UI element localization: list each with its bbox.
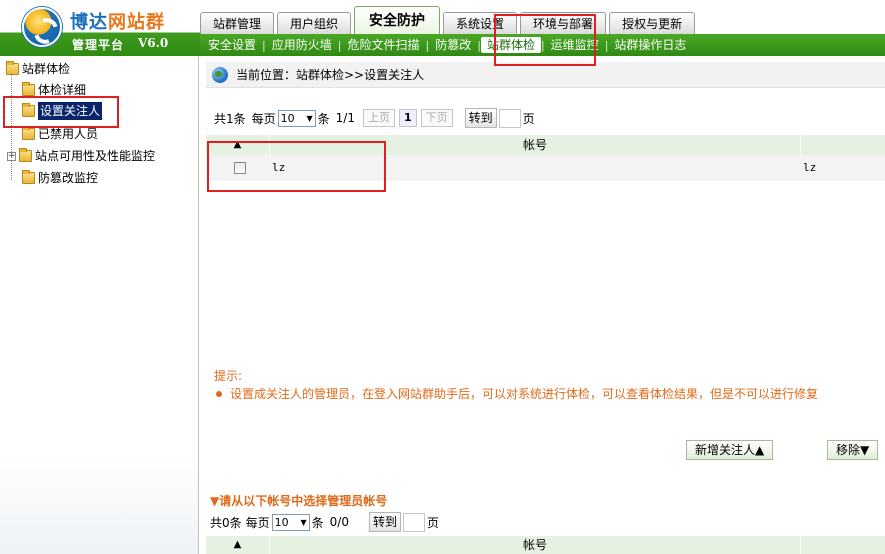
- subnav-anti-tamper[interactable]: 防篡改: [429, 37, 477, 53]
- chevron-down-icon: ▼: [306, 113, 313, 123]
- goto-page-button[interactable]: 转到: [368, 512, 401, 532]
- subnav-operation-log[interactable]: 站群操作日志: [608, 37, 692, 53]
- pager-per-page-suffix: 条: [311, 515, 324, 530]
- pager-per-page-label: 每页: [251, 111, 276, 126]
- prev-page-button[interactable]: 上页: [362, 109, 395, 127]
- subnav-ops-monitoring[interactable]: 运维监控: [545, 37, 605, 53]
- folder-icon: [22, 126, 35, 140]
- folder-icon: [22, 82, 35, 96]
- expand-plus-icon[interactable]: +: [7, 151, 16, 161]
- goto-suffix: 页: [427, 515, 440, 530]
- tips-line: 设置成关注人的管理员，在登入网站群助手后，可以对系统进行体检，可以查看体检结果，…: [214, 385, 818, 402]
- pager-page-status: 0/0: [329, 515, 349, 529]
- goto-suffix: 页: [522, 111, 535, 126]
- tree-item-label: 已禁用人员: [38, 127, 99, 141]
- logo-icon: [22, 7, 62, 47]
- subnav-app-firewall[interactable]: 应用防火墙: [266, 37, 338, 53]
- current-page-number[interactable]: 1: [398, 109, 417, 127]
- brand-name-part2: 网站群: [108, 12, 165, 33]
- breadcrumb-text: 当前位置：站群体检>>设置关注人: [236, 68, 425, 82]
- sort-arrow-icon[interactable]: ▲: [206, 135, 270, 155]
- tree-item-label: 防篡改监控: [38, 171, 99, 185]
- tips-text: 设置成关注人的管理员，在登入网站群助手后，可以对系统进行体检，可以查看体检结果，…: [230, 387, 819, 401]
- sub-navigation: 安全设置 | 应用防火墙 | 危险文件扫描 | 防篡改 | 站群体检 | 运维监…: [200, 34, 885, 56]
- goto-page-input[interactable]: [403, 512, 425, 532]
- row-checkbox[interactable]: [234, 162, 246, 174]
- folder-icon: [22, 170, 35, 184]
- subnav-security-settings[interactable]: 安全设置: [202, 37, 262, 53]
- select-admin-title: ▼请从以下帐号中选择管理员帐号: [210, 494, 388, 508]
- watchers-pager: 共1条 每页 10 ▼ 条 1/1 上页 1 下页 转到 页: [214, 108, 535, 128]
- column-header-account[interactable]: 帐号: [270, 536, 801, 554]
- tree-item-health-check-details[interactable]: 体检详细: [22, 81, 86, 99]
- app-header: 博达网站群 管理平台 V6.0 站群管理 用户组织 安全防护 系统设置 环境与部…: [0, 0, 885, 56]
- remove-watcher-button[interactable]: 移除▼: [827, 440, 879, 460]
- logo-area: 博达网站群 管理平台 V6.0: [0, 0, 200, 56]
- brand-name-part1: 博达: [70, 12, 108, 33]
- tree-item-label: 设置关注人: [38, 102, 103, 120]
- bullet-icon: [216, 391, 222, 397]
- goto-page-button[interactable]: 转到: [464, 108, 497, 128]
- per-page-select[interactable]: 10 ▼: [271, 513, 310, 531]
- tree-root-site-health-check[interactable]: 站群体检: [6, 60, 70, 78]
- tree-root-label: 站群体检: [22, 62, 71, 76]
- tree-item-label: 站点可用性及性能监控: [35, 149, 156, 163]
- tab-system-settings[interactable]: 系统设置: [443, 12, 518, 34]
- folder-icon: [22, 103, 35, 117]
- candidates-table-header: ▲ 帐号: [206, 536, 885, 554]
- column-header-account[interactable]: 帐号: [270, 135, 801, 155]
- pager-per-page-suffix: 条: [317, 111, 330, 126]
- main-content: 当前位置：站群体检>>设置关注人 共1条 每页 10 ▼ 条 1/1 上页 1 下…: [200, 56, 885, 554]
- per-page-select[interactable]: 10 ▼: [277, 109, 316, 127]
- subnav-dangerous-file-scan[interactable]: 危险文件扫描: [341, 37, 425, 53]
- row-account: lz: [272, 161, 286, 174]
- pager-total: 共0条: [210, 515, 242, 530]
- folder-icon: [6, 61, 19, 75]
- tips-title: 提示:: [214, 369, 243, 383]
- breadcrumb: 当前位置：站群体检>>设置关注人: [206, 62, 885, 88]
- version-label: V6.0: [138, 36, 169, 50]
- pager-page-status: 1/1: [335, 111, 355, 125]
- tree-item-disabled-users[interactable]: 已禁用人员: [22, 125, 98, 143]
- table-row[interactable]: lz lz: [206, 155, 885, 181]
- tree-item-availability-monitoring[interactable]: + 站点可用性及性能监控: [7, 147, 155, 165]
- sort-arrow-icon[interactable]: ▲: [206, 536, 270, 554]
- tree-item-tamper-monitoring[interactable]: 防篡改监控: [22, 169, 98, 187]
- watchers-table-header: ▲ 帐号: [206, 135, 885, 155]
- per-page-value: 10: [274, 515, 289, 529]
- pager-total: 共1条: [214, 111, 246, 126]
- row-account-secondary: lz: [803, 161, 817, 174]
- globe-icon: [212, 66, 228, 83]
- tab-environment-deployment[interactable]: 环境与部署: [520, 12, 607, 34]
- platform-label: 管理平台: [72, 38, 125, 52]
- subnav-site-health-check[interactable]: 站群体检: [480, 37, 541, 53]
- folder-icon: [19, 148, 32, 162]
- pager-per-page-label: 每页: [245, 515, 270, 530]
- tab-license-update[interactable]: 授权与更新: [609, 12, 696, 34]
- add-watcher-button[interactable]: 新增关注人▲: [686, 440, 774, 460]
- top-tabs: 站群管理 用户组织 安全防护 系统设置 环境与部署 授权与更新: [200, 6, 696, 34]
- tree-item-label: 体检详细: [38, 83, 87, 97]
- tab-user-organization[interactable]: 用户组织: [277, 12, 352, 34]
- tree-item-set-watchers[interactable]: 设置关注人: [22, 102, 103, 120]
- chevron-down-icon: ▼: [300, 517, 307, 527]
- sidebar-tree: 站群体检 体检详细 设置关注人 已禁用人员 + 站点可用性及性能监控 防篡改监控: [0, 56, 199, 554]
- brand-name: 博达网站群: [70, 8, 165, 34]
- tab-security-protection[interactable]: 安全防护: [354, 6, 441, 34]
- per-page-value: 10: [280, 111, 295, 125]
- goto-page-input[interactable]: [498, 108, 521, 128]
- tab-site-group-management[interactable]: 站群管理: [200, 12, 275, 34]
- next-page-button[interactable]: 下页: [420, 109, 453, 127]
- candidates-pager: 共0条 每页 10 ▼ 条 0/0 转到 页: [210, 512, 439, 532]
